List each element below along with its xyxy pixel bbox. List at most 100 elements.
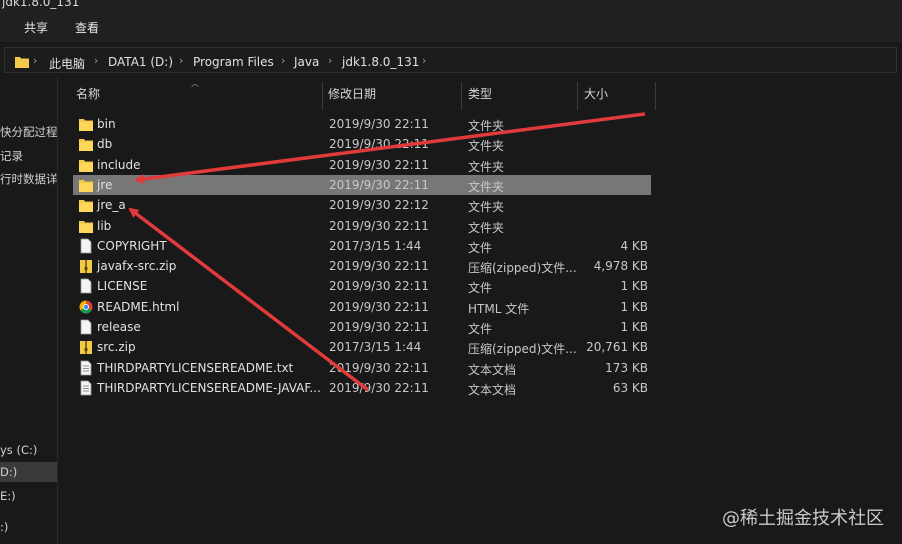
watermark: @稀土掘金技术社区: [722, 508, 884, 529]
nav-item-drive-e[interactable]: E:): [0, 489, 16, 503]
breadcrumb-data1[interactable]: DATA1 (D:): [108, 55, 173, 69]
file-name: src.zip: [97, 340, 136, 355]
file-row[interactable]: bin 2019/9/30 22:11 文件夹: [73, 114, 651, 134]
file-name: THIRDPARTYLICENSEREADME.txt: [97, 360, 294, 375]
chevron-right-icon[interactable]: ›: [33, 54, 37, 67]
file-name: COPYRIGHT: [97, 238, 167, 253]
breadcrumb-program-files[interactable]: Program Files: [193, 55, 274, 69]
file-name: THIRDPARTYLICENSEREADME-JAVAF...: [97, 380, 321, 395]
chevron-right-icon[interactable]: ›: [422, 54, 426, 67]
chevron-right-icon[interactable]: ›: [94, 54, 98, 67]
file-name: javafx-src.zip: [97, 259, 177, 274]
file-row[interactable]: LICENSE 2019/9/30 22:11 文件 1 KB: [73, 276, 651, 296]
file-size: 1 KB: [620, 279, 648, 294]
title-bar: jdk1.8.0_131: [0, 0, 902, 10]
file-date: 2019/9/30 22:11: [329, 279, 429, 294]
file-type: 文件夹: [468, 119, 505, 133]
file-name: bin: [97, 117, 116, 131]
file-size: 4 KB: [620, 238, 648, 253]
file-date: 2017/3/15 1:44: [329, 340, 422, 355]
tab-share[interactable]: 共享: [24, 19, 48, 36]
file-name: README.html: [97, 299, 180, 314]
breadcrumb-this-pc[interactable]: 此电脑: [49, 55, 85, 72]
file-size: 63 KB: [612, 380, 648, 395]
file-name: LICENSE: [97, 279, 148, 294]
sort-ascending-icon: ︿: [191, 79, 199, 88]
file-row[interactable]: jre_a 2019/9/30 22:12 文件夹: [73, 195, 651, 215]
file-name: release: [97, 320, 141, 334]
file-date: 2019/9/30 22:11: [329, 137, 429, 152]
zip-icon: [79, 339, 93, 355]
text-file-icon: [79, 380, 93, 396]
address-box[interactable]: › 此电脑 › DATA1 (D:) › Program Files › Jav…: [4, 47, 897, 73]
file-type: 文件夹: [468, 179, 505, 194]
file-name: db: [97, 137, 113, 152]
chevron-right-icon[interactable]: ›: [328, 54, 332, 67]
file-type: 压缩(zipped)文件...: [468, 342, 577, 357]
column-divider[interactable]: [577, 82, 578, 110]
file-icon: [79, 238, 93, 254]
column-header-date[interactable]: 修改日期: [328, 85, 376, 102]
navigation-pane: 快分配过程 记录 行时数据详解 ys (C:) D:) E:) :): [0, 76, 57, 544]
file-type: 文本文档: [468, 382, 517, 397]
nav-item-drive-c[interactable]: ys (C:): [0, 443, 37, 457]
column-header-name[interactable]: 名称: [76, 85, 100, 102]
nav-item-recent-3[interactable]: 行时数据详解: [0, 171, 57, 187]
file-size: 20,761 KB: [586, 340, 648, 355]
file-icon: [79, 278, 93, 294]
chevron-right-icon[interactable]: ›: [179, 54, 183, 67]
folder-icon: [79, 116, 93, 132]
file-date: 2019/9/30 22:11: [329, 218, 429, 233]
file-date: 2019/9/30 22:11: [329, 299, 429, 314]
file-type: 压缩(zipped)文件...: [468, 261, 577, 276]
file-type: 文件夹: [468, 200, 505, 215]
file-date: 2017/3/15 1:44: [329, 238, 422, 253]
column-header-size[interactable]: 大小: [584, 85, 608, 102]
file-type: HTML 文件: [468, 301, 530, 316]
file-row[interactable]: db 2019/9/30 22:11 文件夹: [73, 134, 651, 154]
file-row[interactable]: src.zip 2017/3/15 1:44 压缩(zipped)文件... 20,7…: [73, 337, 651, 357]
file-icon: [79, 319, 93, 335]
file-date: 2019/9/30 22:11: [329, 380, 429, 395]
file-date: 2019/9/30 22:11: [329, 259, 429, 274]
nav-item-recent-1[interactable]: 快分配过程: [0, 124, 57, 140]
file-name: lib: [97, 218, 112, 233]
nav-item-drive-other[interactable]: :): [0, 520, 8, 534]
nav-item-drive-d-selected[interactable]: D:): [0, 462, 57, 482]
file-row[interactable]: THIRDPARTYLICENSEREADME.txt 2019/9/30 22:…: [73, 358, 651, 378]
nav-item-recent-2[interactable]: 记录: [0, 148, 23, 164]
column-divider[interactable]: [461, 82, 462, 110]
column-divider[interactable]: [322, 82, 323, 110]
file-type: 文件夹: [468, 159, 505, 174]
text-file-icon: [79, 360, 93, 376]
file-row[interactable]: release 2019/9/30 22:11 文件 1 KB: [73, 317, 651, 337]
file-size: 1 KB: [620, 299, 648, 314]
file-name: jre_a: [97, 198, 126, 213]
breadcrumb-java[interactable]: Java: [294, 55, 319, 69]
file-row[interactable]: lib 2019/9/30 22:11 文件夹: [73, 216, 651, 236]
file-date: 2019/9/30 22:11: [329, 157, 429, 172]
file-date: 2019/9/30 22:11: [329, 320, 429, 334]
tab-view[interactable]: 查看: [75, 19, 99, 36]
file-name: include: [97, 157, 141, 172]
file-row[interactable]: THIRDPARTYLICENSEREADME-JAVAF... 2019/9/3…: [73, 378, 651, 398]
file-type: 文件夹: [468, 139, 505, 154]
file-type: 文件: [468, 281, 493, 296]
file-size: 4,978 KB: [593, 259, 648, 274]
folder-icon: [79, 136, 93, 152]
column-divider[interactable]: [655, 82, 656, 110]
file-row[interactable]: jre 2019/9/30 22:11 文件夹: [73, 174, 651, 195]
breadcrumb-jdk[interactable]: jdk1.8.0_131: [342, 55, 419, 69]
file-row[interactable]: javafx-src.zip 2019/9/30 22:11 压缩(zipped)文…: [73, 256, 651, 276]
file-type: 文件: [468, 322, 493, 336]
chevron-right-icon[interactable]: ›: [281, 54, 285, 67]
nav-item-drive-d: D:): [0, 465, 18, 479]
file-type: 文件夹: [468, 220, 505, 235]
column-header-type[interactable]: 类型: [468, 85, 492, 102]
address-bar: › 此电脑 › DATA1 (D:) › Program Files › Jav…: [0, 44, 902, 76]
file-row[interactable]: include 2019/9/30 22:11 文件夹: [73, 155, 651, 175]
file-row[interactable]: README.html 2019/9/30 22:11 HTML 文件 1 KB: [73, 297, 651, 317]
file-row[interactable]: COPYRIGHT 2017/3/15 1:44 文件 4 KB: [73, 236, 651, 256]
file-date: 2019/9/30 22:12: [329, 198, 429, 213]
file-size: 1 KB: [620, 320, 648, 334]
